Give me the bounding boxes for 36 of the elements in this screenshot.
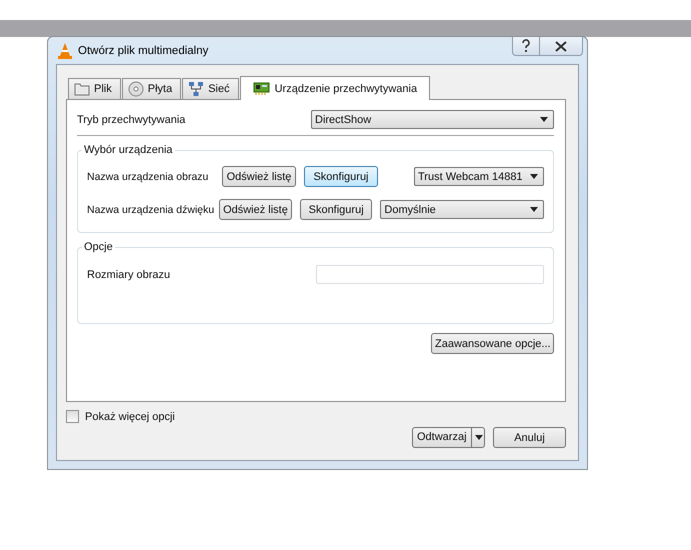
button[interactable]: Skonfiguruj <box>300 199 372 220</box>
tab[interactable]: Sieć <box>182 78 239 99</box>
folder-icon <box>74 82 90 96</box>
circuit-board-icon <box>252 82 271 96</box>
help-button[interactable] <box>512 37 540 56</box>
split-button[interactable]: Odtwarzaj <box>412 427 485 448</box>
field-label: Nazwa urządzenia obrazu <box>87 170 210 182</box>
dropdown[interactable]: Domyślnie <box>380 200 544 219</box>
close-icon <box>555 40 567 52</box>
button[interactable]: Skonfiguruj <box>304 166 378 187</box>
dropdown[interactable]: Trust Webcam 14881 <box>414 167 544 186</box>
dropdown-arrow-icon <box>530 207 538 212</box>
help-icon <box>521 39 531 53</box>
network-icon <box>188 81 204 97</box>
button[interactable]: Zaawansowane opcje... <box>431 333 554 354</box>
tab[interactable]: Urządzenie przechwytywania <box>240 76 430 100</box>
button[interactable]: Odśwież listę <box>219 199 292 220</box>
field-label: Rozmiary obrazu <box>87 268 170 280</box>
dropdown-arrow-icon <box>540 117 548 122</box>
group-title: Wybór urządzenia <box>82 144 175 156</box>
field-label: Nazwa urządzenia dźwięku <box>87 204 216 216</box>
dropdown-arrow-icon <box>530 174 538 179</box>
tab[interactable]: Płyta <box>122 78 182 99</box>
group-title: Opcje <box>82 241 115 253</box>
dropdown[interactable]: DirectShow <box>311 110 554 129</box>
input-field[interactable] <box>316 265 544 284</box>
window-title: Otwórz plik multimedialny <box>78 44 210 56</box>
disc-icon <box>128 81 144 97</box>
close-button[interactable] <box>540 37 583 56</box>
tab[interactable]: Plik <box>68 78 121 99</box>
field-label: Tryb przechwytywania <box>77 114 186 126</box>
traffic-cone-icon <box>58 42 72 58</box>
button[interactable]: Anuluj <box>493 427 566 448</box>
checkbox-label: Pokaż więcej opcji <box>85 410 175 422</box>
checkbox[interactable] <box>66 410 79 423</box>
button[interactable]: Odśwież listę <box>222 166 296 187</box>
